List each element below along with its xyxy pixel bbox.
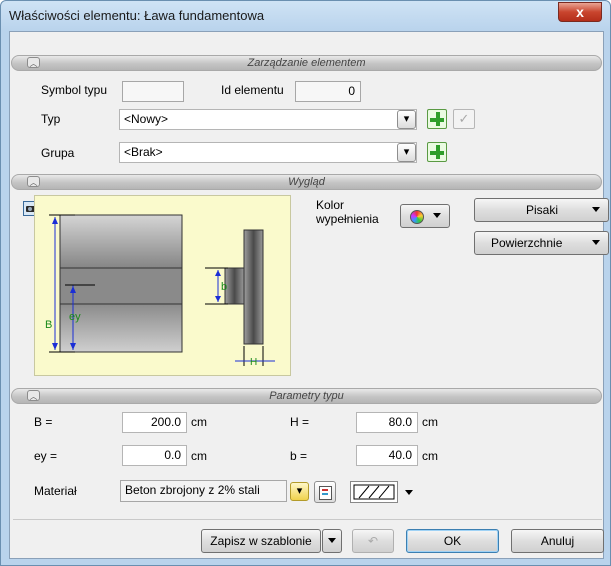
param-H-unit: cm: [422, 415, 438, 429]
pens-button-label: Pisaki: [526, 203, 559, 217]
group-select[interactable]: <Brak>: [119, 142, 417, 163]
material-dropdown-icon[interactable]: ▾: [290, 482, 309, 501]
symbol-type-label: Symbol typu: [41, 83, 108, 97]
undo-button: ↶: [352, 529, 394, 553]
param-B-input[interactable]: 200.0: [122, 412, 187, 433]
param-B-unit: cm: [191, 415, 207, 429]
param-H-label: H =: [290, 415, 310, 429]
param-b-unit: cm: [422, 449, 438, 463]
type-label: Typ: [41, 112, 61, 126]
type-select-dropdown-icon[interactable]: ▾: [397, 110, 416, 129]
fill-color-picker-button[interactable]: [400, 204, 450, 228]
section-header-management[interactable]: ︿ Zarządzanie elementem: [11, 55, 602, 71]
hatch-pattern-swatch[interactable]: [350, 481, 398, 503]
footer-divider: [13, 519, 602, 520]
save-template-button[interactable]: Zapisz w szablonie: [201, 529, 321, 553]
type-select[interactable]: <Nowy>: [119, 109, 417, 130]
element-id-label: Id elementu: [221, 83, 284, 97]
add-type-plus-icon[interactable]: [427, 109, 447, 129]
dimension-label-B: B: [45, 319, 52, 331]
cancel-label: Anuluj: [540, 534, 575, 548]
chevron-down-icon: [433, 213, 441, 218]
param-b-input[interactable]: 40.0: [356, 445, 418, 466]
param-ey-unit: cm: [191, 449, 207, 463]
chevron-down-icon: [592, 240, 600, 245]
section-header-type-params[interactable]: ︿ Parametry typu: [11, 388, 602, 404]
fill-color-label-line1: Kolor: [316, 198, 345, 212]
window-title: Właściwości elementu: Ława fundamentowa: [9, 8, 265, 23]
dimension-label-ey: ey: [69, 311, 81, 323]
ok-label: OK: [443, 534, 462, 548]
param-ey-label: ey =: [34, 449, 58, 463]
confirm-type-check-icon: ✓: [453, 109, 475, 129]
close-button[interactable]: x: [558, 2, 602, 22]
param-ey-input[interactable]: 0.0: [122, 445, 187, 466]
add-group-plus-icon[interactable]: [427, 142, 447, 162]
undo-icon: ↶: [367, 534, 379, 548]
hatch-chevron-down-icon[interactable]: [403, 484, 415, 500]
surfaces-button-label: Powierzchnie: [491, 236, 563, 250]
chevron-down-icon: [328, 538, 336, 543]
color-wheel-icon: [410, 210, 424, 224]
save-template-label: Zapisz w szablonie: [210, 534, 312, 548]
symbol-type-field[interactable]: [122, 81, 184, 102]
element-id-field: 0: [295, 81, 361, 102]
section-title-type-params: Parametry typu: [269, 390, 344, 402]
group-label: Grupa: [41, 146, 75, 160]
ok-button[interactable]: OK: [406, 529, 499, 553]
save-template-dropdown-button[interactable]: [322, 529, 342, 553]
param-H-input[interactable]: 80.0: [356, 412, 418, 433]
section-title-appearance: Wygląd: [288, 176, 325, 188]
fill-color-label-line2: wypełnienia: [316, 212, 379, 226]
chevron-down-icon: [592, 207, 600, 212]
material-select[interactable]: Beton zbrojony z 2% stali: [120, 480, 287, 502]
hatch-pattern-icon: [353, 484, 395, 500]
fill-color-label: Kolor wypełnienia: [316, 198, 379, 226]
foundation-diagram: B ey b H: [45, 214, 275, 368]
dimension-label-b: b: [221, 281, 227, 293]
section-header-appearance[interactable]: ︿ Wygląd: [11, 174, 602, 190]
section-title-management: Zarządzanie elementem: [247, 57, 366, 69]
pens-button[interactable]: Pisaki: [474, 198, 609, 222]
section-preview: B ey b H: [34, 195, 291, 376]
cancel-button[interactable]: Anuluj: [511, 529, 604, 553]
dialog-window: Właściwości elementu: Ława fundamentowa …: [0, 0, 611, 566]
param-B-label: B =: [34, 415, 53, 429]
material-label: Materiał: [34, 484, 77, 498]
surfaces-button[interactable]: Powierzchnie: [474, 231, 609, 255]
param-b-label: b =: [290, 449, 308, 463]
material-properties-icon[interactable]: [314, 481, 336, 503]
dimension-label-H: H: [250, 357, 257, 368]
group-select-dropdown-icon[interactable]: ▾: [397, 143, 416, 162]
